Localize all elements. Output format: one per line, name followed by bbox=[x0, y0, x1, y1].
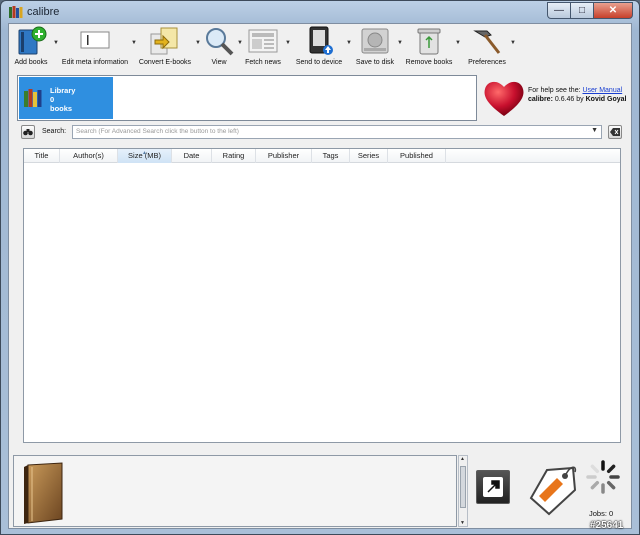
arrow-icon bbox=[487, 480, 500, 493]
column-header-label: Title bbox=[34, 151, 49, 160]
column-header-label: Series bbox=[357, 151, 380, 160]
add-books-icon bbox=[18, 26, 47, 55]
book-cover-icon bbox=[24, 462, 63, 524]
convert-ebooks-button[interactable]: Convert E-books bbox=[137, 26, 193, 70]
scroll-down-arrow[interactable]: ▼ bbox=[460, 520, 465, 526]
disk-icon bbox=[361, 28, 389, 54]
library-books-icon bbox=[24, 89, 42, 107]
remove-books-dropdown-arrow[interactable]: ▼ bbox=[455, 40, 461, 46]
view-label: View bbox=[211, 59, 227, 66]
save-to-disk-dropdown-arrow[interactable]: ▼ bbox=[397, 40, 403, 46]
preferences-label: Preferences bbox=[468, 59, 506, 66]
column-header[interactable]: Published bbox=[388, 149, 446, 163]
user-manual-link[interactable]: User Manual bbox=[582, 87, 622, 94]
send-to-device-button[interactable]: Send to device bbox=[293, 26, 345, 70]
search-label: Search: bbox=[42, 128, 67, 135]
news-icon bbox=[248, 29, 278, 53]
column-header[interactable]: Title bbox=[24, 149, 60, 163]
window-title: calibre bbox=[27, 6, 60, 18]
fetch-news-button[interactable]: Fetch news bbox=[243, 26, 283, 70]
device-icon bbox=[309, 26, 333, 55]
save-to-disk-label: Save to disk bbox=[355, 59, 395, 66]
author-name: Kovid Goyal bbox=[585, 96, 627, 103]
jobs-status[interactable]: Jobs: 0 bbox=[589, 509, 613, 518]
toolbar: Add books ▼ Edit meta information ▼ Conv… bbox=[9, 24, 631, 70]
minimize-button[interactable]: — bbox=[547, 2, 571, 19]
search-history-dropdown[interactable]: ▼ bbox=[591, 127, 598, 134]
window-controls: — □ ✕ bbox=[547, 2, 633, 19]
view-button[interactable]: View bbox=[201, 26, 237, 70]
bottom-panel: ▲ ▼ Jobs: 0 bbox=[13, 455, 627, 527]
library-count: 0 bbox=[50, 95, 55, 104]
app-window: calibre — □ ✕ Add books ▼ Edit meta info… bbox=[0, 0, 640, 535]
column-header[interactable]: Series bbox=[350, 149, 388, 163]
remove-books-label: Remove books bbox=[405, 59, 453, 66]
preferences-button[interactable]: Preferences bbox=[467, 26, 507, 70]
convert-icon bbox=[150, 27, 178, 55]
column-header-label: Date bbox=[183, 151, 200, 160]
help-text: For help see the: User Manual calibre: 0… bbox=[528, 86, 626, 104]
remove-books-button[interactable]: Remove books bbox=[405, 26, 453, 70]
watermark: #25641 bbox=[590, 520, 624, 531]
column-header-label: Author(s) bbox=[73, 151, 104, 160]
library-unit: books bbox=[50, 104, 73, 113]
edit-metadata-label: Edit meta information bbox=[61, 59, 129, 66]
preferences-dropdown-arrow[interactable]: ▼ bbox=[510, 40, 516, 46]
library-name: Library bbox=[50, 86, 76, 95]
scroll-thumb[interactable] bbox=[460, 466, 466, 508]
library-bar: Library 0 books bbox=[17, 75, 477, 121]
close-button[interactable]: ✕ bbox=[593, 2, 633, 19]
send-to-device-dropdown-arrow[interactable]: ▼ bbox=[346, 40, 352, 46]
search-placeholder: Search (For Advanced Search click the bu… bbox=[76, 128, 239, 135]
convert-ebooks-label: Convert E-books bbox=[138, 59, 192, 66]
send-to-device-label: Send to device bbox=[295, 59, 343, 66]
column-header[interactable]: Publisher bbox=[256, 149, 312, 163]
hammer-icon bbox=[473, 30, 501, 54]
search-row: Search: Search (For Advanced Search clic… bbox=[9, 124, 631, 142]
maximize-button[interactable]: □ bbox=[570, 2, 594, 19]
column-header[interactable]: Author(s) bbox=[60, 149, 118, 163]
search-input[interactable]: Search (For Advanced Search click the bu… bbox=[72, 125, 602, 139]
column-header-label: Tags bbox=[322, 151, 339, 160]
table-header: Title Author(s) Size (MB) ▲ Date Rating Publis… bbox=[24, 149, 620, 163]
jobs-spinner-icon bbox=[586, 460, 620, 494]
column-header-label: Publisher bbox=[267, 151, 300, 160]
book-list-table[interactable]: Title Author(s) Size (MB) ▲ Date Rating Publis… bbox=[23, 148, 621, 443]
title-bar[interactable]: calibre — □ ✕ bbox=[1, 1, 639, 23]
help-prefix: For help see the: bbox=[528, 87, 581, 94]
magnifier-icon bbox=[206, 28, 234, 56]
fetch-news-dropdown-arrow[interactable]: ▼ bbox=[285, 40, 291, 46]
fetch-news-label: Fetch news bbox=[245, 59, 281, 66]
column-header[interactable]: Date bbox=[172, 149, 212, 163]
version-text: 0.6.46 by bbox=[554, 96, 584, 103]
cover-scrollbar[interactable]: ▲ ▼ bbox=[458, 455, 468, 527]
column-header-label: Rating bbox=[222, 151, 245, 160]
app-name: calibre: bbox=[528, 96, 553, 103]
edit-metadata-icon bbox=[80, 31, 110, 49]
add-books-label: Add books bbox=[14, 59, 48, 66]
library-tile[interactable]: Library 0 books bbox=[19, 77, 113, 119]
edit-metadata-button[interactable]: Edit meta information bbox=[59, 26, 131, 70]
column-header[interactable]: Tags bbox=[312, 149, 350, 163]
sort-indicator-icon: ▲ bbox=[142, 150, 147, 156]
column-header[interactable]: Rating bbox=[212, 149, 256, 163]
save-to-disk-button[interactable]: Save to disk bbox=[353, 26, 397, 70]
tag-browser-icon[interactable] bbox=[525, 460, 580, 520]
clear-search-button[interactable] bbox=[608, 125, 622, 139]
column-header-label: Published bbox=[400, 151, 433, 160]
advanced-search-button[interactable] bbox=[21, 125, 35, 139]
binoculars-icon bbox=[23, 129, 33, 136]
calibre-app-icon bbox=[9, 6, 23, 18]
jump-to-button[interactable] bbox=[476, 470, 510, 504]
trash-icon bbox=[417, 28, 441, 55]
scroll-up-arrow[interactable]: ▲ bbox=[460, 456, 465, 462]
clear-icon bbox=[610, 128, 620, 136]
main-area: Add books ▼ Edit meta information ▼ Conv… bbox=[8, 23, 632, 529]
cover-flow-area bbox=[13, 455, 457, 527]
column-header[interactable]: Size (MB) ▲ bbox=[118, 149, 172, 163]
add-books-button[interactable]: Add books bbox=[11, 26, 51, 70]
donate-heart-icon[interactable] bbox=[483, 78, 525, 118]
